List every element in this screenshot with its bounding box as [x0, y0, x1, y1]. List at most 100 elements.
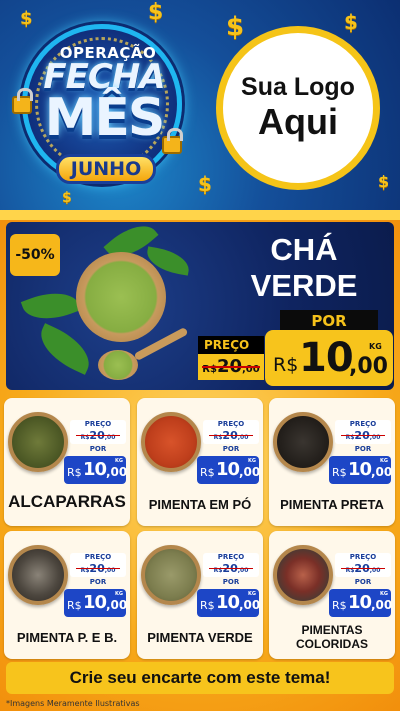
ground-pepper-image: [141, 412, 201, 472]
price-integer: 10: [216, 459, 240, 480]
price-currency: R$: [200, 466, 215, 479]
padlock-icon: [162, 128, 183, 154]
preco-label: PREÇO: [84, 553, 112, 561]
discount-tag: -50%: [10, 234, 60, 276]
new-price-box: R$ 10 ,00 KG: [64, 589, 128, 617]
dollar-icon: $: [378, 172, 390, 191]
old-price-box: PREÇO R$20,00: [335, 420, 391, 444]
por-label: POR: [222, 445, 240, 453]
preco-label: PREÇO: [217, 420, 245, 428]
price-integer: 10: [348, 459, 372, 480]
old-price-value: 20: [89, 429, 105, 442]
price-cents: ,00: [371, 598, 393, 612]
new-price-box: R$ 10 ,00 KG: [197, 456, 261, 484]
product-name: PIMENTA P. E B.: [16, 630, 118, 645]
price-currency: R$: [200, 599, 215, 612]
price-unit: KG: [369, 342, 382, 351]
product-name: PIMENTA PRETA: [280, 497, 384, 512]
por-label: POR: [222, 578, 240, 586]
matcha-spoon-image: [98, 350, 138, 380]
price-unit: KG: [380, 458, 388, 464]
black-pepper-image: [273, 412, 333, 472]
logo-line-1: Sua Logo: [241, 73, 355, 102]
product-card: PREÇO R$20,00 POR R$ 10 ,00 KG PIMENTA E…: [137, 398, 263, 526]
new-price-box: R$ 10 ,00 KG: [329, 589, 393, 617]
logo-line-2: Aqui: [258, 100, 338, 142]
price-cents: ,00: [239, 598, 261, 612]
featured-title-line-1: CHÁ: [270, 232, 338, 267]
old-price-box: PREÇO R$20,00: [335, 553, 391, 577]
price-cents: ,00: [349, 354, 388, 379]
old-price-value: 20: [354, 429, 370, 442]
header-banner: $ $ $ $ $ $ $ OPERAÇÃO FECHA MÊS JUNHO S…: [0, 0, 400, 210]
dollar-icon: $: [344, 10, 358, 34]
badge-month: JUNHO: [56, 154, 156, 184]
price-unit: KG: [248, 591, 256, 597]
price-cents: ,00: [239, 465, 261, 479]
old-price-value: 20: [354, 562, 370, 575]
featured-preco-label: PREÇO: [198, 336, 264, 354]
featured-title-line-2: VERDE: [250, 268, 358, 303]
price-integer: 10: [83, 459, 107, 480]
old-price: R$20,00: [70, 562, 126, 577]
preco-label: PREÇO: [217, 553, 245, 561]
product-card: PREÇO R$20,00 POR R$ 10 ,00 KG PIMENTA P…: [4, 531, 130, 659]
price-unit: KG: [115, 458, 123, 464]
old-price-box: PREÇO R$20,00: [203, 553, 259, 577]
featured-por-label: POR: [280, 310, 378, 332]
old-price-value: 20: [222, 429, 238, 442]
price-cents: ,00: [371, 465, 393, 479]
old-price-value: 20: [222, 562, 238, 575]
product-name: PIMENTA EM PÓ: [148, 497, 252, 512]
dollar-icon: $: [226, 12, 245, 42]
preco-label: PREÇO: [84, 420, 112, 428]
capers-image: [8, 412, 68, 472]
old-price-cents: ,00: [369, 567, 381, 574]
price-cents: ,00: [106, 598, 128, 612]
old-price-box: PREÇO R$20,00: [70, 420, 126, 444]
old-price-box: PREÇO R$20,00: [70, 553, 126, 577]
price-unit: KG: [248, 458, 256, 464]
cta-banner[interactable]: Crie seu encarte com este tema!: [6, 662, 394, 694]
featured-product-title: CHÁ VERDE: [232, 232, 376, 304]
old-price-cents: ,00: [104, 434, 116, 441]
mixed-pepper-image: [8, 545, 68, 605]
colored-pepper-image: [273, 545, 333, 605]
featured-old-price: R$20,00: [198, 354, 264, 380]
disclaimer-text: *Imagens Meramente Ilustrativas: [6, 699, 140, 708]
old-price: R$20,00: [335, 429, 391, 444]
por-label: POR: [354, 578, 372, 586]
green-pepper-image: [141, 545, 201, 605]
old-price-value: 20: [89, 562, 105, 575]
product-card: PREÇO R$20,00 POR R$ 10 ,00 KG ALCAPARRA…: [4, 398, 130, 526]
product-card: PREÇO R$20,00 POR R$ 10 ,00 KG PIMENTA V…: [137, 531, 263, 659]
matcha-bowl-image: [76, 252, 166, 342]
price-cents: ,00: [106, 465, 128, 479]
price-currency: R$: [67, 466, 82, 479]
product-card: PREÇO R$20,00 POR R$ 10 ,00 KG PIMENTAS …: [269, 531, 395, 659]
old-price-cents: ,00: [369, 434, 381, 441]
new-price-box: R$ 10 ,00 KG: [197, 589, 261, 617]
tea-leaf-image: [32, 323, 98, 375]
campaign-badge: OPERAÇÃO FECHA MÊS JUNHO: [10, 18, 200, 196]
por-label: POR: [354, 445, 372, 453]
product-card: PREÇO R$20,00 POR R$ 10 ,00 KG PIMENTA P…: [269, 398, 395, 526]
price-currency: R$: [67, 599, 82, 612]
price-unit: KG: [115, 591, 123, 597]
product-name-line-1: PIMENTAS: [301, 623, 363, 637]
price-integer: 10: [83, 592, 107, 613]
featured-new-price: R$ 10 ,00 KG: [265, 330, 393, 386]
preco-label: PREÇO: [349, 553, 377, 561]
product-name: PIMENTA VERDE: [147, 630, 253, 645]
price-unit: KG: [380, 591, 388, 597]
old-price: R$20,00: [70, 429, 126, 444]
tea-leaf-image: [20, 283, 82, 329]
product-name: PIMENTAS COLORIDAS: [269, 623, 395, 651]
old-price-cents: ,00: [237, 434, 249, 441]
por-label: POR: [89, 578, 107, 586]
product-name: ALCAPARRAS: [8, 492, 126, 511]
logo-placeholder: Sua Logo Aqui: [216, 26, 380, 190]
price-currency: R$: [332, 466, 347, 479]
new-price-box: R$ 10 ,00 KG: [64, 456, 128, 484]
preco-label: PREÇO: [349, 420, 377, 428]
